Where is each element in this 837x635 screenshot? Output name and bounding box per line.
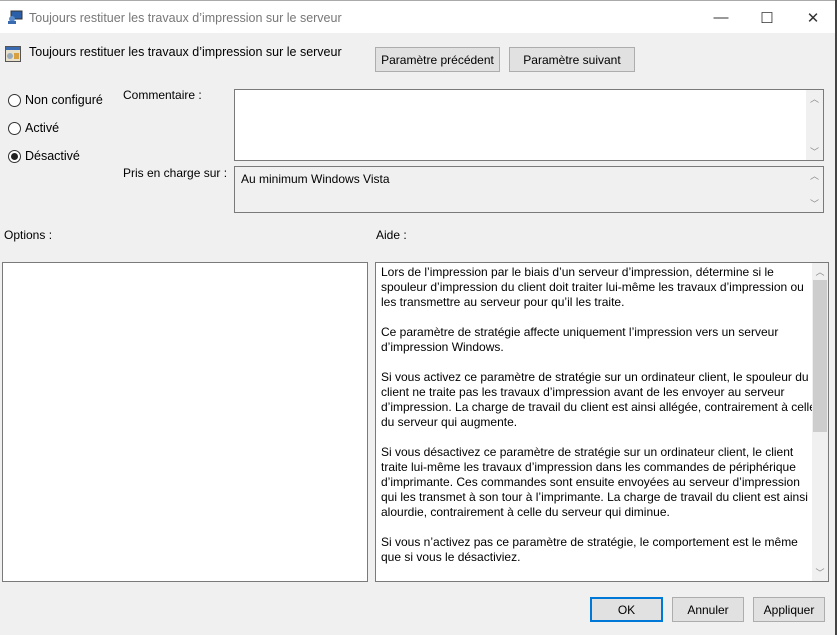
scroll-thumb[interactable] bbox=[813, 280, 827, 432]
radio-circle[interactable] bbox=[8, 93, 21, 107]
radio-not-configured[interactable]: Non configuré bbox=[8, 93, 103, 107]
cancel-button[interactable]: Annuler bbox=[672, 597, 744, 622]
help-line: alourdie, contrairement à celle du serve… bbox=[381, 505, 670, 519]
policy-app-icon bbox=[8, 10, 23, 24]
help-line: traite lui-même les travaux d’impression… bbox=[381, 460, 796, 474]
scroll-up-arrow[interactable]: ︿ bbox=[812, 265, 828, 278]
radio-enabled[interactable]: Activé bbox=[8, 121, 59, 135]
help-text: Lors de l’impression par le biais d’un s… bbox=[381, 265, 816, 565]
supported-scrollbar[interactable]: ︿ ﹀ bbox=[806, 167, 823, 212]
help-line: Si vous activez ce paramètre de stratégi… bbox=[381, 370, 809, 384]
comment-label: Commentaire : bbox=[123, 88, 202, 102]
help-line: du serveur qui augmente. bbox=[381, 415, 518, 429]
help-line: client ne traite pas les travaux d’impre… bbox=[381, 385, 785, 399]
help-line: spouleur d’impression du client doit tra… bbox=[381, 280, 804, 294]
comment-textarea[interactable]: ︿ ﹀ bbox=[234, 89, 824, 161]
ok-button[interactable]: OK bbox=[590, 597, 663, 622]
help-line: d’impression Windows. bbox=[381, 340, 504, 354]
radio-circle-selected[interactable] bbox=[8, 149, 21, 163]
supported-on-field: Au minimum Windows Vista ︿ ﹀ bbox=[234, 166, 824, 213]
help-label: Aide : bbox=[376, 228, 407, 242]
title-bar: Toujours restituer les travaux d’impress… bbox=[0, 0, 837, 33]
radio-label: Non configuré bbox=[25, 93, 103, 107]
options-panel bbox=[2, 262, 368, 582]
close-button[interactable]: ✕ bbox=[790, 1, 836, 34]
help-line bbox=[381, 430, 816, 445]
help-line: Si vous désactivez ce paramètre de strat… bbox=[381, 445, 794, 459]
minimize-button[interactable]: — bbox=[698, 1, 744, 34]
help-line: d’impression. La charge de travail du cl… bbox=[381, 400, 816, 414]
help-line: les transmettre au serveur pour qu’il le… bbox=[381, 295, 625, 309]
help-line: que si vous le désactiviez. bbox=[381, 550, 521, 564]
setting-title: Toujours restituer les travaux d’impress… bbox=[29, 45, 342, 59]
setting-icon bbox=[5, 46, 21, 62]
help-line: Si vous n’activez pas ce paramètre de st… bbox=[381, 535, 798, 549]
maximize-button[interactable]: ☐ bbox=[744, 1, 790, 34]
apply-button[interactable]: Appliquer bbox=[753, 597, 825, 622]
radio-label: Désactivé bbox=[25, 149, 80, 163]
help-line bbox=[381, 355, 816, 370]
scroll-down-arrow[interactable]: ﹀ bbox=[812, 566, 828, 579]
radio-label: Activé bbox=[25, 121, 60, 135]
help-scrollbar[interactable]: ︿ ﹀ bbox=[812, 263, 828, 581]
options-label: Options : bbox=[4, 228, 53, 242]
next-setting-button[interactable]: Paramètre suivant bbox=[509, 47, 635, 72]
help-line: Ce paramètre de stratégie affecte unique… bbox=[381, 325, 779, 339]
help-line bbox=[381, 310, 816, 325]
help-line: d’imprimante. Ces commandes sont ensuite… bbox=[381, 475, 800, 489]
help-line bbox=[381, 520, 816, 535]
supported-label: Pris en charge sur : bbox=[123, 166, 228, 180]
window-title: Toujours restituer les travaux d’impress… bbox=[29, 11, 342, 25]
supported-value: Au minimum Windows Vista bbox=[241, 172, 390, 186]
help-panel: Lors de l’impression par le biais d’un s… bbox=[375, 262, 829, 582]
help-line: Lors de l’impression par le biais d’un s… bbox=[381, 265, 774, 279]
help-line: qui les transmet à son tour à l’impriman… bbox=[381, 490, 808, 504]
radio-circle[interactable] bbox=[8, 121, 21, 135]
radio-disabled[interactable]: Désactivé bbox=[8, 149, 80, 163]
comment-scrollbar[interactable]: ︿ ﹀ bbox=[806, 90, 823, 160]
previous-setting-button[interactable]: Paramètre précédent bbox=[375, 47, 500, 72]
